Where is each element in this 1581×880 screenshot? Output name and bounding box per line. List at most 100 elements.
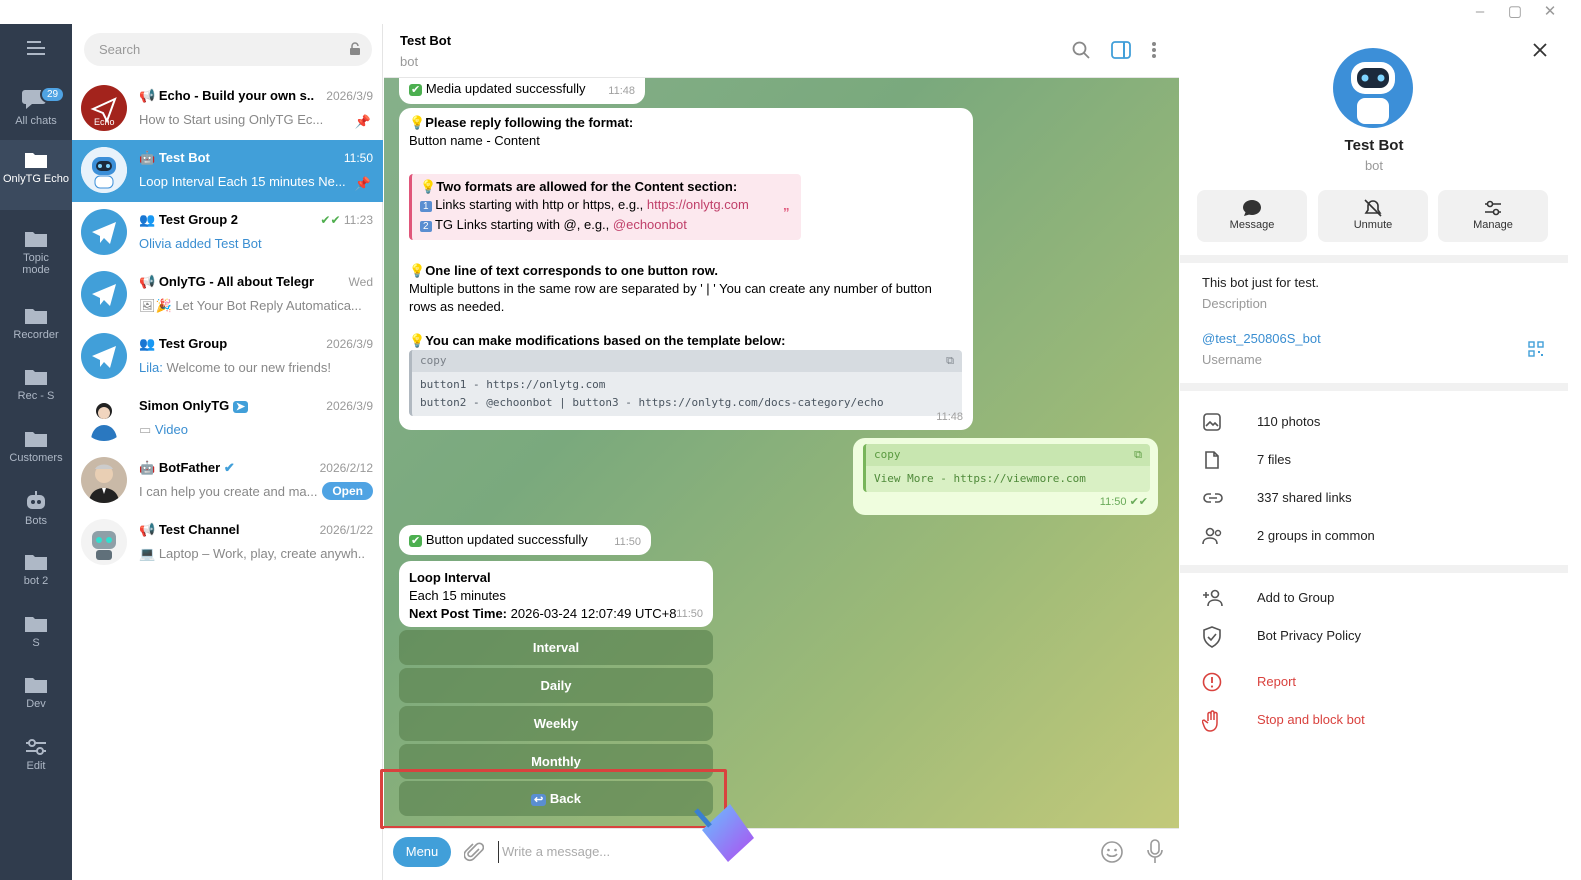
folder-label: S — [32, 637, 40, 649]
inline-button-daily[interactable]: Daily — [399, 668, 713, 703]
link-onlytg[interactable]: https://onlytg.com — [647, 197, 749, 212]
folder-label: Rec - S — [17, 390, 55, 402]
links-row[interactable]: 337 shared links — [1180, 479, 1568, 517]
folder-edit[interactable]: Edit — [0, 737, 72, 782]
maximize-icon[interactable]: ▢ — [1505, 2, 1525, 22]
bio-text: This bot just for test. — [1202, 275, 1320, 290]
chat-item-test-group[interactable]: 👥 Test Group 2026/3/9 Lila: Welcome to o… — [72, 326, 383, 388]
group-icon: 👥 — [139, 212, 159, 227]
manage-button[interactable]: Manage — [1438, 190, 1548, 242]
search-placeholder: Search — [99, 42, 141, 57]
message-text: Next Post Time: 2026-03-24 12:07:49 UTC+… — [409, 606, 677, 621]
inline-button-weekly[interactable]: Weekly — [399, 706, 713, 741]
sidebar-toggle-icon[interactable] — [1111, 41, 1131, 59]
folder-recorder[interactable]: Recorder — [0, 306, 72, 351]
lightbulb-icon: 💡 — [420, 179, 437, 194]
folder-rec-s[interactable]: Rec - S — [0, 367, 72, 412]
folder-dev[interactable]: Dev — [0, 675, 72, 720]
folder-customers[interactable]: Customers — [0, 429, 72, 474]
channel-icon: 📢 — [139, 88, 159, 103]
inline-button-interval[interactable]: Interval — [399, 630, 713, 665]
chat-subtitle: bot — [400, 54, 419, 69]
chat-item-test-group-2[interactable]: 👥 Test Group 2 ✔✔ 11:23 Olivia added Tes… — [72, 202, 383, 264]
action-label: Manage — [1473, 219, 1513, 231]
window-titlebar: – ▢ ✕ — [0, 0, 1581, 24]
stop-block-row[interactable]: Stop and block bot — [1180, 701, 1568, 739]
emoji-icon[interactable] — [1100, 840, 1124, 864]
code-header: copy ⧉ — [412, 350, 962, 372]
photos-row[interactable]: 110 photos — [1180, 403, 1568, 441]
report-row[interactable]: Report — [1180, 663, 1568, 701]
copy-label[interactable]: copy — [874, 448, 901, 461]
quote-text: Two formats are allowed for the Content … — [436, 179, 738, 194]
avatar — [81, 271, 127, 317]
link-echoonbot[interactable]: @echoonbot — [613, 217, 687, 232]
folder-icon — [25, 309, 47, 324]
search-icon[interactable] — [1072, 41, 1090, 59]
qr-code-icon[interactable] — [1528, 341, 1544, 357]
files-row[interactable]: 7 files — [1180, 441, 1568, 479]
folder-onlytg-echo[interactable]: OnlyTG Echo — [0, 140, 72, 210]
open-bot-button[interactable]: Open — [322, 482, 373, 500]
copy-icon[interactable]: ⧉ — [946, 352, 954, 370]
chat-item-test-channel[interactable]: 📢 Test Channel 2026/1/22 💻 Laptop – Work… — [72, 512, 383, 574]
message-text: One line of text corresponds to one butt… — [425, 263, 718, 278]
chat-item-echo[interactable]: Echo 📢 Echo - Build your own s... 2026/3… — [72, 78, 383, 140]
folder-label: All chats — [15, 115, 57, 127]
more-vertical-icon[interactable] — [1151, 41, 1157, 59]
action-label: Unmute — [1353, 219, 1393, 231]
privacy-policy-row[interactable]: Bot Privacy Policy — [1180, 617, 1568, 655]
chat-preview: 💻 Laptop – Work, play, create anywh... — [139, 546, 364, 561]
read-check-icon: ✔✔ — [1129, 496, 1148, 508]
minimize-icon[interactable]: – — [1470, 2, 1490, 22]
close-icon[interactable] — [1532, 42, 1548, 58]
message-button[interactable]: Message — [1197, 190, 1307, 242]
shield-check-icon — [1203, 626, 1221, 648]
folder-sidebar: 29 All chats OnlyTG Echo Topic mode Reco… — [0, 24, 72, 880]
bot-menu-button[interactable]: Menu — [393, 837, 451, 867]
report-icon — [1202, 672, 1222, 692]
avatar — [81, 519, 127, 565]
username-link[interactable]: @test_250806S_bot — [1202, 331, 1321, 346]
chat-item-botfather[interactable]: 🤖 BotFather ✔ 2026/2/12 I can help you c… — [72, 450, 383, 512]
chat-name: Simon OnlyTG ➤ — [139, 398, 314, 413]
channel-icon: 📢 — [139, 274, 159, 289]
copy-icon[interactable]: ⧉ — [1134, 446, 1142, 464]
groups-row[interactable]: 2 groups in common — [1180, 517, 1568, 555]
message-bubble-outgoing: copy ⧉ View More - https://viewmore.com 1… — [853, 438, 1158, 515]
hamburger-menu-icon[interactable] — [0, 38, 72, 66]
message-input[interactable]: Write a message... — [498, 841, 1078, 863]
folder-topic-mode[interactable]: Topic mode — [0, 229, 72, 289]
microphone-icon[interactable] — [1146, 839, 1164, 865]
folder-all-chats[interactable]: 29 All chats — [0, 86, 72, 136]
search-input[interactable]: Search — [84, 33, 372, 66]
chat-name: 📢 Echo - Build your own s... — [139, 88, 314, 103]
chat-preview: ▭ Video — [139, 422, 188, 437]
video-thumbnail-icon: ▭ — [139, 422, 155, 437]
message-icon — [1243, 200, 1261, 216]
quote-text: TG Links starting with @, e.g., — [434, 217, 613, 232]
chat-time: 2026/3/9 — [326, 399, 373, 413]
lock-icon[interactable] — [348, 42, 362, 56]
avatar — [81, 333, 127, 379]
chat-name: 🤖 BotFather ✔ — [139, 460, 235, 475]
chat-name: 👥 Test Group 2 — [139, 212, 239, 227]
message-bubble: ✔ Media updated successfully 11:48 — [399, 78, 645, 104]
folder-bot-2[interactable]: bot 2 — [0, 552, 72, 597]
chat-item-onlytg[interactable]: 📢 OnlyTG - All about Telegram Wed 🖼🎉 Let… — [72, 264, 383, 326]
telegram-icon: ➤ — [232, 401, 249, 413]
folder-s[interactable]: S — [0, 614, 72, 659]
paperclip-icon[interactable] — [464, 841, 484, 863]
unmute-button[interactable]: Unmute — [1318, 190, 1428, 242]
chat-item-simon[interactable]: Simon OnlyTG ➤ 2026/3/9 ▭ Video — [72, 388, 383, 450]
pin-icon: 📌 — [354, 176, 371, 191]
chat-item-test-bot[interactable]: 🤖 Test Bot 11:50 Loop Interval Each 15 m… — [72, 140, 383, 202]
chat-title[interactable]: Test Bot — [400, 33, 451, 48]
copy-label[interactable]: copy — [420, 354, 447, 367]
bio-label: Description — [1202, 296, 1268, 311]
add-to-group-row[interactable]: Add to Group — [1180, 579, 1568, 617]
close-window-icon[interactable]: ✕ — [1540, 2, 1560, 22]
avatar — [81, 147, 127, 193]
add-to-group-label: Add to Group — [1257, 590, 1335, 605]
folder-bots[interactable]: Bots — [0, 490, 72, 535]
